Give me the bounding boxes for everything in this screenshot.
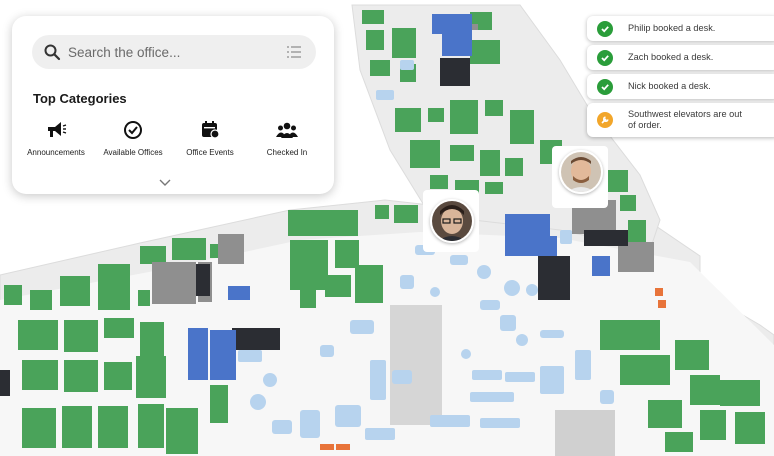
wrench-icon bbox=[597, 112, 613, 128]
check-icon bbox=[597, 49, 613, 66]
check-icon bbox=[597, 20, 613, 37]
search-panel: Top Categories Announcements Available O… bbox=[12, 16, 334, 194]
notification-text: Zach booked a desk. bbox=[628, 52, 714, 62]
list-filter-icon[interactable] bbox=[287, 45, 301, 59]
avatar[interactable] bbox=[430, 199, 474, 243]
notification-line: of order. bbox=[628, 120, 662, 130]
category-label: Available Offices bbox=[103, 148, 163, 157]
notification-text: Nick booked a desk. bbox=[628, 81, 711, 91]
calendar-icon bbox=[202, 121, 220, 139]
category-checked-in[interactable]: Checked In bbox=[247, 120, 327, 157]
search-icon bbox=[44, 44, 61, 61]
category-announcements[interactable]: Announcements bbox=[16, 120, 96, 157]
category-list: Announcements Available Offices Office E… bbox=[12, 120, 334, 162]
avatar[interactable] bbox=[559, 150, 603, 194]
category-office-events[interactable]: Office Events bbox=[170, 120, 250, 157]
notification-toast: Zach booked a desk. bbox=[587, 45, 774, 70]
category-label: Announcements bbox=[27, 148, 85, 157]
notification-line: Southwest elevators are out bbox=[628, 109, 742, 119]
notification-text: Southwest elevators are out of order. bbox=[628, 109, 742, 131]
category-label: Checked In bbox=[266, 148, 308, 157]
notification-toast: Nick booked a desk. bbox=[587, 74, 774, 99]
check-icon bbox=[597, 78, 613, 95]
chevron-down-icon[interactable] bbox=[159, 179, 171, 187]
person-photo-icon bbox=[561, 152, 601, 192]
notification-text: Philip booked a desk. bbox=[628, 23, 716, 33]
category-label: Office Events bbox=[186, 148, 234, 157]
people-icon bbox=[276, 122, 298, 138]
search-bar[interactable] bbox=[32, 35, 316, 69]
person-photo-icon bbox=[432, 201, 472, 241]
category-available-offices[interactable]: Available Offices bbox=[93, 120, 173, 157]
megaphone-icon bbox=[48, 122, 67, 137]
notification-toast: Philip booked a desk. bbox=[587, 16, 774, 41]
search-input[interactable] bbox=[68, 44, 268, 60]
check-circle-icon bbox=[124, 121, 142, 139]
notification-toast: Southwest elevators are out of order. bbox=[587, 103, 774, 137]
top-categories-title: Top Categories bbox=[33, 91, 127, 106]
